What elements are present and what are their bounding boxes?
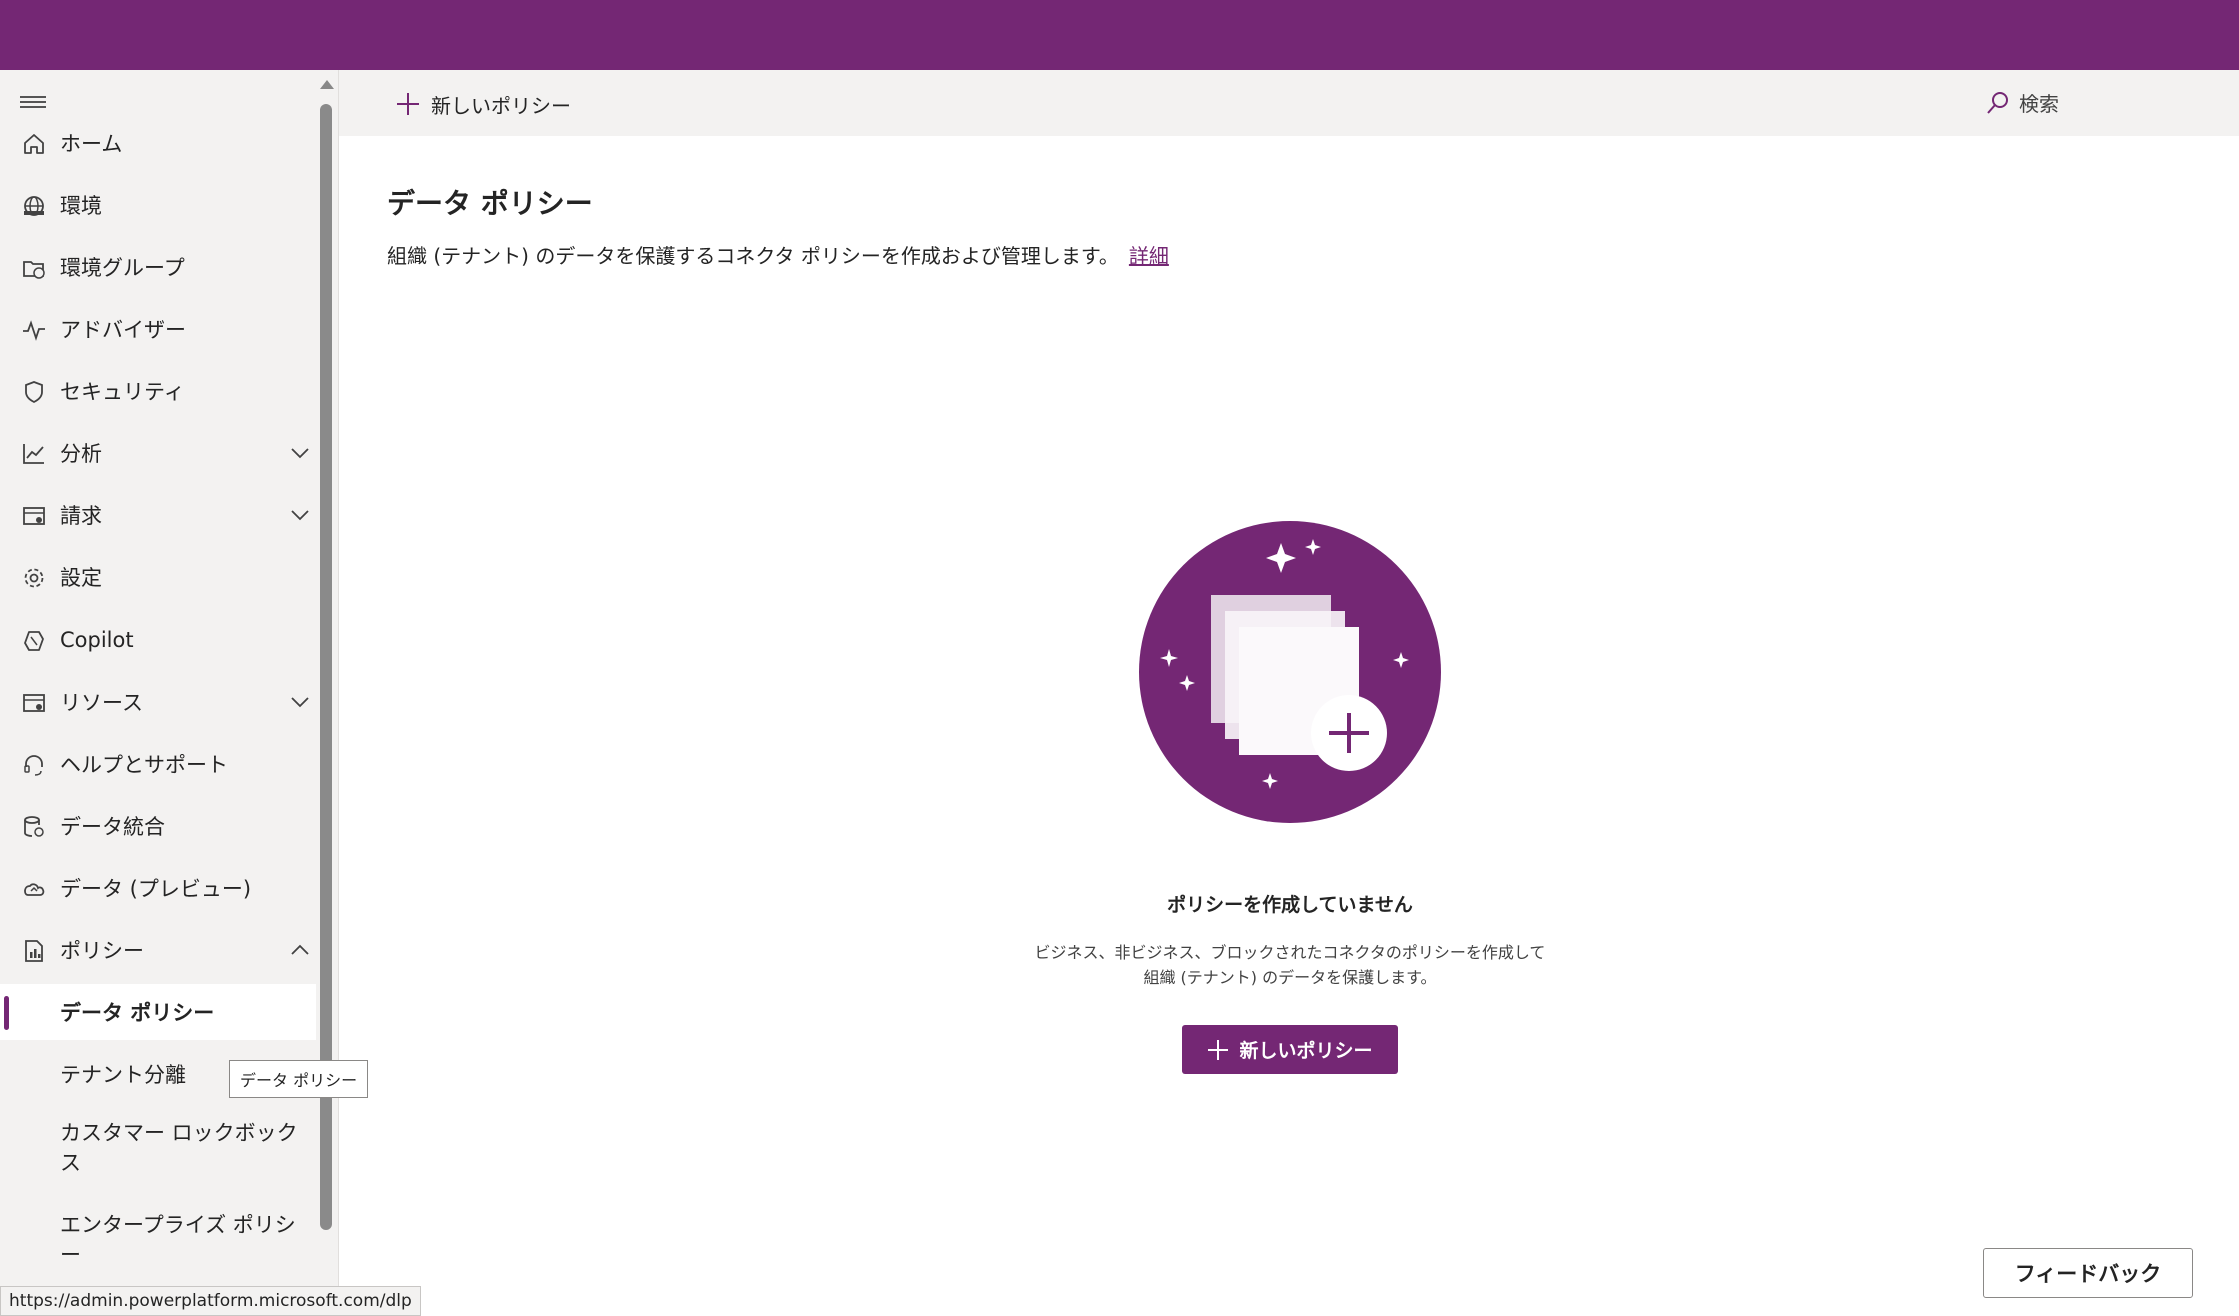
nav-item-label: データ ポリシー bbox=[60, 1001, 215, 1025]
empty-state-title: ポリシーを作成していません bbox=[1167, 894, 1413, 916]
plus-icon bbox=[397, 93, 419, 115]
nav-item-advisor[interactable]: アドバイザー bbox=[0, 301, 316, 357]
top-header-bar bbox=[0, 0, 2239, 70]
pulse-icon bbox=[23, 320, 45, 341]
chevron-down-icon[interactable] bbox=[288, 690, 312, 714]
learn-more-link[interactable]: 詳細 bbox=[1129, 244, 1169, 268]
empty-state-illustration bbox=[1139, 521, 1441, 823]
nav-item-label: 分析 bbox=[60, 442, 102, 466]
nav-item-label: ヘルプとサポート bbox=[60, 753, 228, 777]
new-policy-label: 新しいポリシー bbox=[431, 93, 571, 118]
nav-item-analytics[interactable]: 分析 bbox=[0, 425, 316, 481]
search-box[interactable]: 検索 bbox=[1985, 88, 2059, 117]
scroll-up-arrow-icon[interactable] bbox=[320, 80, 334, 89]
nav-item-copilot[interactable]: Copilot bbox=[0, 612, 316, 668]
nav-item-resources[interactable]: リソース bbox=[0, 674, 316, 730]
nav-item-label: 請求 bbox=[60, 504, 102, 528]
cloud-icon bbox=[24, 883, 45, 896]
nav-item-home[interactable]: ホーム bbox=[0, 115, 316, 171]
nav-subitem-customer-lockbox[interactable]: カスタマー ロックボックス bbox=[0, 1108, 316, 1188]
nav-item-label: データ統合 bbox=[60, 815, 165, 839]
nav-item-data-preview[interactable]: データ (プレビュー) bbox=[0, 860, 316, 916]
nav-item-policies[interactable]: ポリシー bbox=[0, 922, 316, 978]
nav-item-security[interactable]: セキュリティ bbox=[0, 363, 316, 419]
chevron-down-icon[interactable] bbox=[288, 441, 312, 465]
plus-icon bbox=[1208, 1039, 1229, 1060]
nav-item-data-integration[interactable]: データ統合 bbox=[0, 798, 316, 854]
folder-globe-icon bbox=[23, 261, 45, 279]
nav-item-help-support[interactable]: ヘルプとサポート bbox=[0, 736, 316, 792]
resources-icon bbox=[23, 694, 45, 712]
copilot-icon bbox=[24, 631, 44, 651]
hamburger-menu-icon[interactable] bbox=[20, 96, 46, 112]
billing-icon bbox=[23, 507, 45, 525]
empty-state-desc-line: 組織 (テナント) のデータを保護します。 bbox=[1143, 968, 1437, 987]
active-indicator bbox=[4, 996, 9, 1030]
nav-item-billing[interactable]: 請求 bbox=[0, 487, 316, 543]
new-policy-button[interactable]: 新しいポリシー bbox=[1182, 1025, 1398, 1074]
nav-subitem-data-policies[interactable]: データ ポリシー bbox=[0, 984, 316, 1040]
tooltip: データ ポリシー bbox=[229, 1060, 369, 1098]
search-placeholder: 検索 bbox=[2019, 92, 2059, 116]
sidebar-scrollbar[interactable] bbox=[316, 70, 338, 1316]
home-icon bbox=[24, 134, 44, 154]
nav-item-label: テナント分離 bbox=[60, 1063, 186, 1087]
nav-item-label: カスタマー ロックボックス bbox=[60, 1121, 298, 1175]
command-bar: 新しいポリシー 検索 bbox=[339, 70, 2239, 136]
page-title: データ ポリシー bbox=[387, 187, 593, 220]
gear-icon bbox=[24, 568, 44, 588]
nav-item-label: ポリシー bbox=[60, 939, 144, 963]
nav-item-label: ホーム bbox=[60, 132, 123, 156]
nav-item-environment-groups[interactable]: 環境グループ bbox=[0, 239, 316, 295]
search-icon bbox=[1987, 91, 2008, 114]
chevron-up-icon[interactable] bbox=[288, 938, 312, 962]
feedback-button[interactable]: フィードバック bbox=[1983, 1248, 2193, 1298]
divider bbox=[338, 70, 339, 1316]
nav-item-label: アドバイザー bbox=[60, 318, 186, 342]
database-icon bbox=[24, 816, 44, 837]
policy-icon bbox=[25, 940, 43, 962]
nav-item-settings[interactable]: 設定 bbox=[0, 549, 316, 605]
nav-item-label: エンタープライズ ポリシー bbox=[60, 1213, 296, 1267]
nav-item-label: 設定 bbox=[60, 566, 102, 590]
nav-subitem-enterprise-policies[interactable]: エンタープライズ ポリシー bbox=[0, 1200, 316, 1280]
nav-item-label: 環境グループ bbox=[60, 256, 185, 280]
nav-item-label: リソース bbox=[60, 691, 143, 715]
empty-state-desc-line: ビジネス、非ビジネス、ブロックされたコネクタのポリシーを作成して bbox=[1034, 943, 1546, 962]
empty-state-description: ビジネス、非ビジネス、ブロックされたコネクタのポリシーを作成して 組織 (テナン… bbox=[990, 940, 1590, 990]
new-policy-command[interactable]: 新しいポリシー bbox=[395, 88, 571, 120]
globe-icon bbox=[24, 196, 44, 216]
new-policy-button-label: 新しいポリシー bbox=[1239, 1041, 1373, 1062]
description-text: 組織 (テナント) のデータを保護するコネクタ ポリシーを作成および管理します。 bbox=[387, 244, 1119, 268]
shield-icon bbox=[25, 381, 43, 404]
nav-item-environments[interactable]: 環境 bbox=[0, 177, 316, 233]
nav-item-label: データ (プレビュー) bbox=[60, 877, 252, 901]
nav-item-label: 環境 bbox=[60, 194, 102, 218]
status-bar-url: https://admin.powerplatform.microsoft.co… bbox=[0, 1286, 421, 1316]
nav-item-label: セキュリティ bbox=[60, 380, 185, 404]
left-navigation: ホーム 環境 環境グループ アドバイザー セキュリティ 分析 請求 設定 Cop… bbox=[0, 70, 316, 1316]
chevron-down-icon[interactable] bbox=[288, 503, 312, 527]
chart-icon bbox=[23, 444, 44, 464]
nav-item-label: Copilot bbox=[60, 628, 134, 652]
page-description: 組織 (テナント) のデータを保護するコネクタ ポリシーを作成および管理します。… bbox=[387, 240, 1169, 269]
headset-icon bbox=[24, 755, 43, 776]
